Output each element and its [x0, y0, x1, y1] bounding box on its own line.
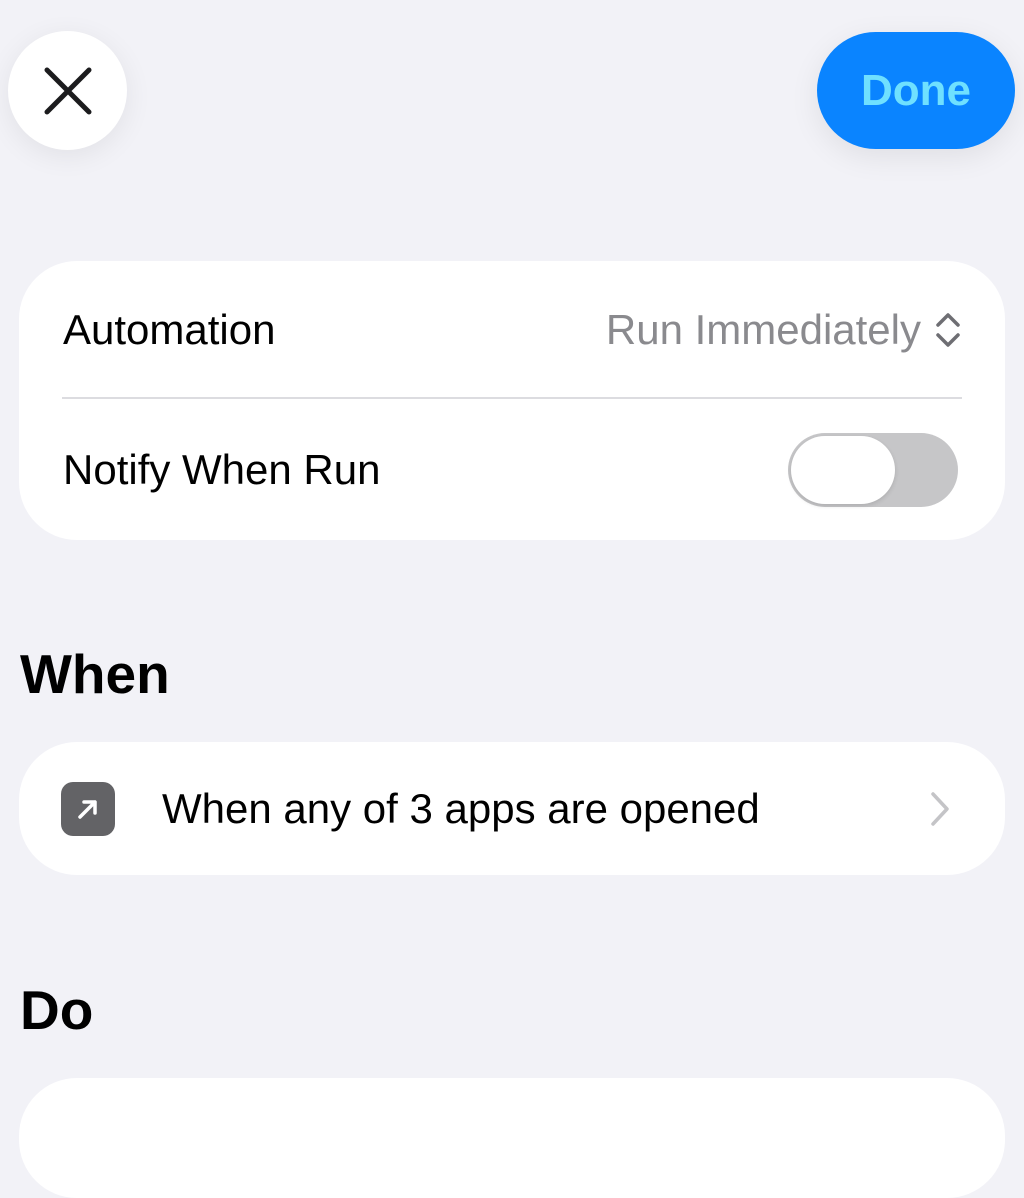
app-open-arrow-icon: [61, 781, 115, 836]
close-button[interactable]: [8, 31, 127, 150]
trigger-row[interactable]: When any of 3 apps are opened: [61, 742, 955, 875]
action-card[interactable]: [19, 1078, 1005, 1198]
up-down-chevron-icon: [936, 312, 960, 347]
trigger-label: When any of 3 apps are opened: [162, 784, 760, 832]
automation-run-mode-picker[interactable]: Run Immediately: [606, 306, 961, 354]
automation-settings-card: Automation Run Immediately Notify When R…: [19, 261, 1005, 540]
when-section-title: When: [20, 643, 170, 705]
close-icon: [44, 67, 91, 114]
do-section-title: Do: [20, 979, 94, 1041]
notify-row: Notify When Run: [63, 399, 961, 540]
toggle-knob: [791, 435, 895, 504]
automation-run-mode-value: Run Immediately: [605, 305, 921, 353]
notify-when-run-toggle[interactable]: [788, 432, 958, 507]
trigger-card: When any of 3 apps are opened: [19, 742, 1005, 875]
done-button[interactable]: Done: [817, 32, 1015, 149]
automation-row: Automation Run Immediately: [63, 261, 961, 398]
chevron-right-icon: [931, 791, 949, 826]
notify-when-run-label: Notify When Run: [63, 445, 381, 493]
automation-label: Automation: [63, 305, 276, 353]
